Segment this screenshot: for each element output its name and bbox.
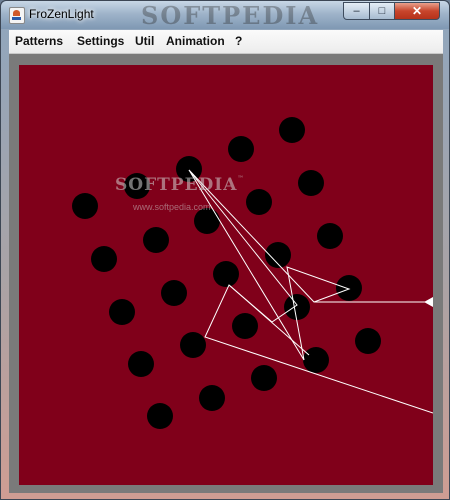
dot[interactable] bbox=[279, 117, 305, 143]
dot[interactable] bbox=[180, 332, 206, 358]
canvas-watermark: SOFTPEDIA™ bbox=[115, 175, 244, 195]
menu-animation[interactable]: Animation bbox=[166, 34, 225, 48]
dot[interactable] bbox=[317, 223, 343, 249]
dot[interactable] bbox=[91, 246, 117, 272]
softpedia-watermark: SOFTPEDIA bbox=[141, 1, 320, 30]
dot[interactable] bbox=[228, 136, 254, 162]
canvas-watermark-tm: ™ bbox=[237, 175, 245, 182]
dot[interactable] bbox=[147, 403, 173, 429]
simulation-canvas[interactable]: SOFTPEDIA™ www.softpedia.com bbox=[19, 65, 433, 485]
menu-patterns[interactable]: Patterns bbox=[15, 34, 63, 48]
dot[interactable] bbox=[303, 347, 329, 373]
dot[interactable] bbox=[109, 299, 135, 325]
dot[interactable] bbox=[336, 275, 362, 301]
dot[interactable] bbox=[298, 170, 324, 196]
java-cup-icon[interactable] bbox=[9, 7, 25, 24]
minimize-button[interactable]: – bbox=[343, 2, 370, 20]
canvas-watermark-url: www.softpedia.com bbox=[133, 202, 211, 212]
close-button[interactable]: ✕ bbox=[394, 2, 440, 20]
dot[interactable] bbox=[246, 189, 272, 215]
app-window: FroZenLight SOFTPEDIA – □ ✕ Patterns Set… bbox=[0, 0, 450, 500]
menu-settings[interactable]: Settings bbox=[77, 34, 124, 48]
menu-util[interactable]: Util bbox=[135, 34, 154, 48]
dot[interactable] bbox=[251, 365, 277, 391]
dot[interactable] bbox=[128, 351, 154, 377]
dot[interactable] bbox=[284, 294, 310, 320]
menu-bar: Patterns Settings Util Animation ? bbox=[9, 30, 443, 54]
title-bar[interactable]: FroZenLight SOFTPEDIA – □ ✕ bbox=[1, 1, 449, 30]
canvas-svg bbox=[19, 65, 433, 485]
menu-help[interactable]: ? bbox=[235, 34, 242, 48]
dot[interactable] bbox=[72, 193, 98, 219]
dot[interactable] bbox=[355, 328, 381, 354]
dot[interactable] bbox=[161, 280, 187, 306]
content-frame: SOFTPEDIA™ www.softpedia.com bbox=[9, 54, 443, 493]
maximize-button[interactable]: □ bbox=[369, 2, 395, 20]
dot[interactable] bbox=[143, 227, 169, 253]
dot[interactable] bbox=[213, 261, 239, 287]
dot[interactable] bbox=[199, 385, 225, 411]
dot[interactable] bbox=[232, 313, 258, 339]
window-title: FroZenLight bbox=[29, 7, 94, 21]
canvas-watermark-text: SOFTPEDIA bbox=[115, 175, 238, 195]
